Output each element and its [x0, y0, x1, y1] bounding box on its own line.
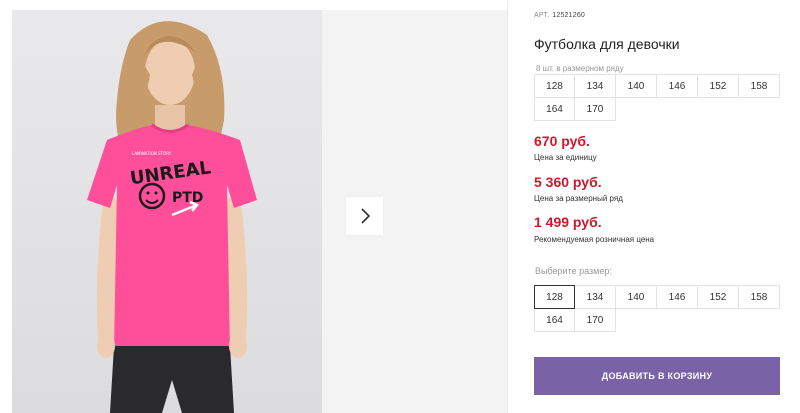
svg-text:LAMINATION STORY: LAMINATION STORY — [132, 151, 172, 156]
retail-price-caption: Рекомендуемая розничная цена — [534, 235, 655, 244]
unit-price: 670 руб. — [534, 133, 590, 149]
pack-sizes-grid: 128 134 140 146 152 158 164 170 — [534, 74, 780, 121]
pack-size-cell: 152 — [697, 74, 739, 98]
pack-note: 8 шт. в размерном ряду — [536, 64, 624, 73]
article-label: АРТ. — [534, 12, 550, 19]
product-gallery: LAMINATION STORY UNREAL PTD — [0, 0, 508, 413]
gallery-divider — [507, 0, 508, 413]
chevron-right-icon — [360, 208, 370, 224]
pack-size-cell: 140 — [615, 74, 657, 98]
product-title: Футболка для девочки — [534, 36, 680, 52]
size-option-146[interactable]: 146 — [656, 285, 698, 309]
size-option-140[interactable]: 140 — [615, 285, 657, 309]
pack-price-caption: Цена за размерный ряд — [534, 194, 623, 203]
pack-size-cell: 164 — [534, 97, 575, 121]
pack-size-cell: 128 — [534, 74, 575, 98]
girl-in-pink-tshirt-image: LAMINATION STORY UNREAL PTD — [12, 10, 322, 413]
size-option-152[interactable]: 152 — [697, 285, 739, 309]
size-option-164[interactable]: 164 — [534, 308, 575, 332]
add-to-cart-button[interactable]: ДОБАВИТЬ В КОРЗИНУ — [534, 357, 780, 395]
pack-size-cell: 170 — [574, 97, 616, 121]
pack-size-cell: 146 — [656, 74, 698, 98]
pack-price: 5 360 руб. — [534, 174, 602, 190]
svg-text:PTD: PTD — [172, 190, 203, 206]
choose-size-label: Выберите размер: — [535, 266, 612, 276]
article-number: АРТ. 12521260 — [534, 12, 585, 19]
size-option-134[interactable]: 134 — [574, 285, 616, 309]
size-option-158[interactable]: 158 — [738, 285, 780, 309]
unit-price-caption: Цена за единицу — [534, 153, 597, 162]
pack-size-cell: 158 — [738, 74, 780, 98]
size-option-128[interactable]: 128 — [534, 285, 575, 309]
retail-price: 1 499 руб. — [534, 214, 602, 230]
size-selector: 128 134 140 146 152 158 164 170 — [534, 285, 780, 332]
next-image-button[interactable] — [346, 197, 383, 235]
product-photo[interactable]: LAMINATION STORY UNREAL PTD — [12, 10, 322, 413]
pack-size-cell: 134 — [574, 74, 616, 98]
article-value: 12521260 — [552, 12, 586, 19]
size-option-170[interactable]: 170 — [574, 308, 616, 332]
